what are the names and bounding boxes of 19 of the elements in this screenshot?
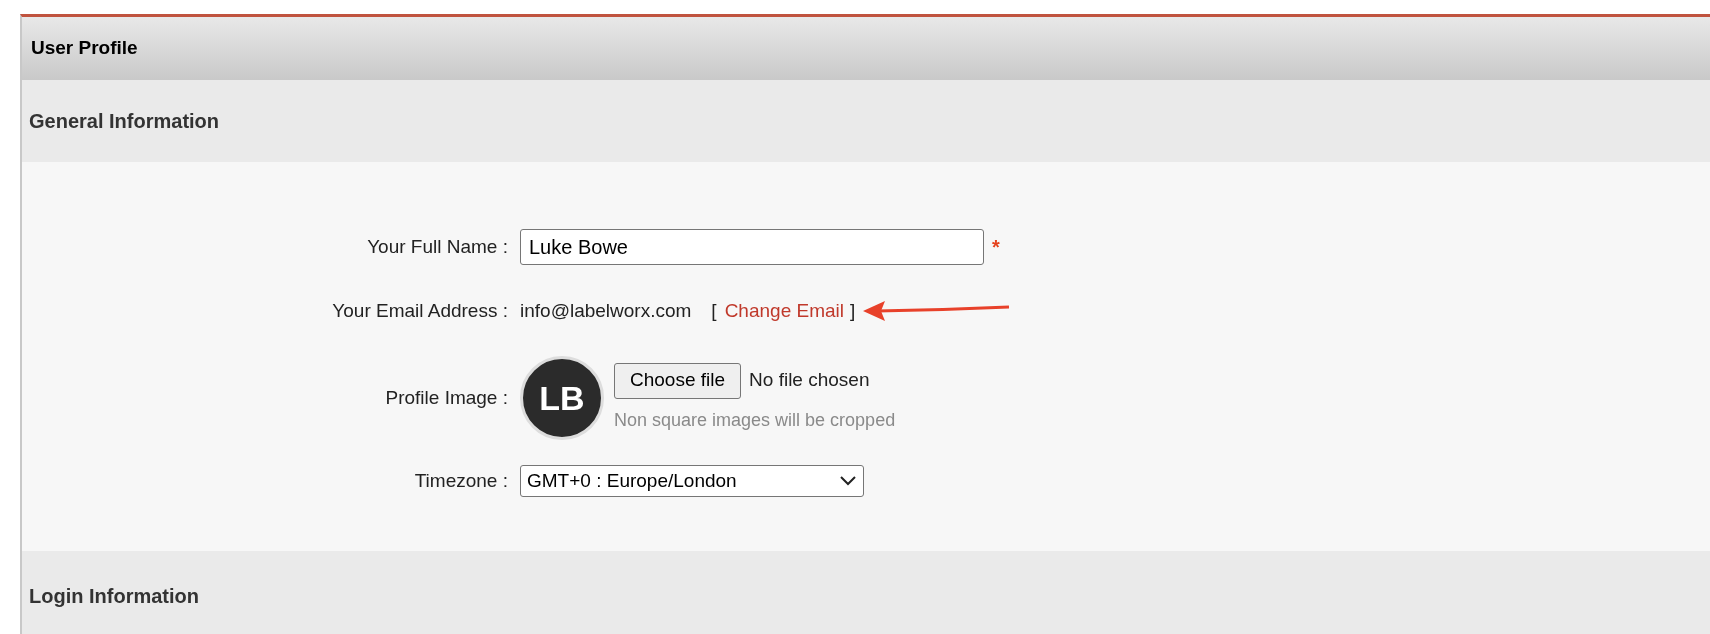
choose-file-button[interactable]: Choose file <box>614 362 742 399</box>
field-label: Profile Image : <box>384 385 509 410</box>
section-title: General Information <box>29 109 220 134</box>
timezone-select[interactable]: GMT+0 : Europe/London <box>520 465 864 497</box>
avatar: LB <box>520 356 604 440</box>
change-email-link[interactable]: Change Email <box>724 296 844 326</box>
field-label: Timezone : <box>413 468 509 493</box>
field-label: Your Email Address : <box>331 298 509 323</box>
full-name-field[interactable]: Luke Bowe <box>520 229 984 265</box>
bracket: ] <box>850 298 856 323</box>
required-mark: * <box>992 235 1000 260</box>
chevron-down-icon <box>839 475 857 487</box>
bracket: [ <box>711 298 717 323</box>
panel-title: User Profile <box>31 36 138 61</box>
email-value: info@labelworx.com <box>520 298 692 323</box>
hint-text: Non square images will be cropped <box>614 408 896 432</box>
section-title: Login Information <box>29 584 199 609</box>
file-status: No file chosen <box>749 368 870 393</box>
field-label: Your Full Name : <box>366 234 509 259</box>
